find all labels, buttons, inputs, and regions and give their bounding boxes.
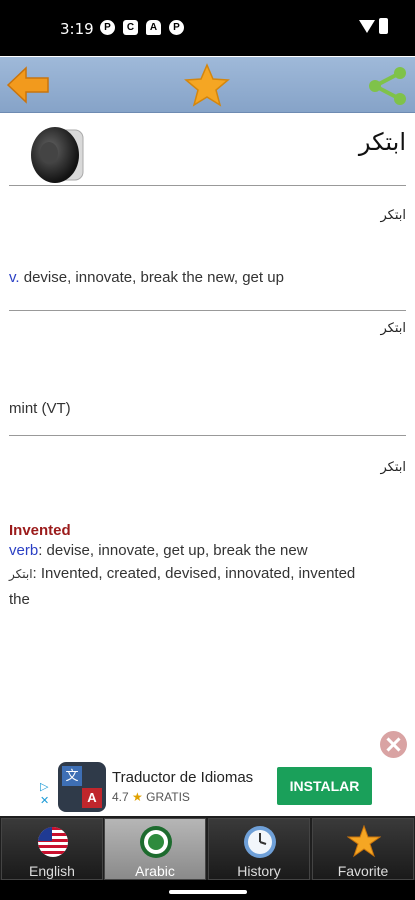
clipboard-icon: C — [123, 20, 138, 35]
arab-league-emblem-icon — [140, 826, 172, 858]
translation-continuation: the — [9, 591, 30, 608]
translate-glyph: 文 — [62, 766, 82, 786]
status-time: 3:19 — [60, 20, 94, 38]
ad-app-name[interactable]: Traductor de Idiomas — [112, 769, 253, 786]
bottom-tab-bar: English Arabic History Favorite — [0, 816, 415, 880]
part-of-speech: v. — [9, 269, 20, 286]
wifi-icon — [359, 20, 375, 33]
definition-text: mint (VT) — [9, 400, 71, 417]
part-of-speech: verb — [9, 542, 39, 559]
tab-label: History — [237, 863, 281, 879]
android-icon: A — [146, 20, 161, 35]
translate-glyph: A — [82, 788, 102, 808]
word-header: ابتكر — [9, 116, 406, 186]
status-bar: 3:19 P C A P — [0, 0, 415, 56]
app-icon[interactable]: 文 A — [58, 762, 106, 812]
definition-text: devise, innovate, break the new, get up — [19, 269, 284, 286]
entry-definition: v. devise, innovate, break the new, get … — [9, 269, 284, 286]
rating-value: 4.7 — [112, 790, 129, 804]
home-gesture-pill[interactable] — [169, 890, 247, 894]
favorite-star-icon[interactable] — [184, 63, 230, 107]
translation-entry: ابتكر v. devise, innovate, break the new… — [9, 186, 406, 311]
close-icon[interactable] — [380, 731, 407, 758]
ad-banner[interactable]: ▷ ✕ 文 A Traductor de Idiomas 4.7 ★ GRATIS… — [0, 758, 415, 816]
entry-title: Invented — [9, 522, 71, 539]
share-icon[interactable] — [366, 66, 408, 106]
entry-definition: verb: devise, innovate, get up, break th… — [9, 542, 308, 559]
clock-icon — [244, 826, 276, 858]
arabic-prefix: ابتكر — [9, 567, 33, 581]
entry-translation: ابتكر: Invented, created, devised, innov… — [9, 565, 355, 582]
ad-rating: 4.7 ★ GRATIS — [112, 790, 190, 804]
translation-entry: ابتكر Invented verb: devise, innovate, g… — [9, 436, 406, 626]
definition-text: : devise, innovate, get up, break the ne… — [38, 542, 308, 559]
star-icon — [347, 825, 381, 858]
translation-entry: ابتكر mint (VT) — [9, 311, 406, 436]
p-icon: P — [169, 20, 184, 35]
back-arrow-icon[interactable] — [6, 65, 50, 105]
tab-label: Arabic — [135, 863, 175, 879]
entry-arabic-word: ابتكر — [380, 460, 406, 475]
translation-text: : Invented, created, devised, innovated,… — [32, 565, 356, 582]
tab-history[interactable]: History — [208, 818, 310, 880]
battery-icon — [379, 18, 388, 34]
headword: ابتكر — [358, 128, 406, 156]
tab-english[interactable]: English — [1, 818, 103, 880]
p-icon: P — [100, 20, 115, 35]
entry-arabic-word: ابتكر — [380, 208, 406, 223]
ad-price: GRATIS — [146, 790, 190, 804]
tab-arabic[interactable]: Arabic — [104, 818, 206, 880]
system-nav-bar — [0, 880, 415, 900]
tab-label: Favorite — [337, 863, 389, 879]
adchoices-icon[interactable]: ▷ ✕ — [40, 780, 49, 808]
entry-arabic-word: ابتكر — [380, 321, 406, 336]
tab-label: English — [29, 863, 75, 879]
install-button[interactable]: INSTALAR — [277, 767, 372, 805]
rating-star-icon: ★ — [132, 790, 143, 804]
tab-favorite[interactable]: Favorite — [312, 818, 414, 880]
toolbar — [0, 57, 415, 113]
speaker-icon[interactable] — [27, 124, 87, 186]
us-flag-icon — [38, 827, 68, 857]
